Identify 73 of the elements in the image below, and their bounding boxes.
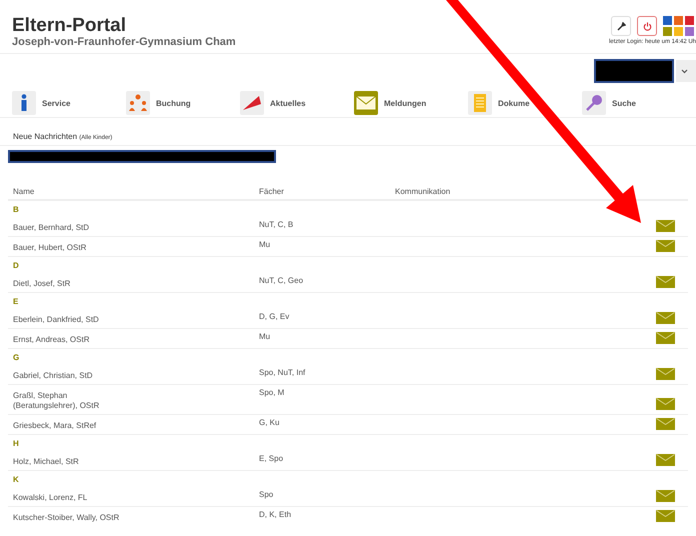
nav-item-label: Meldungen bbox=[384, 98, 426, 108]
envelope-icon[interactable] bbox=[656, 454, 675, 466]
group-letter: B bbox=[8, 200, 688, 217]
group-letter: K bbox=[8, 470, 688, 487]
teacher-name: Bauer, Bernhard, StD bbox=[13, 223, 90, 233]
teacher-name: Kutscher-Stoiber, Wally, OStR bbox=[13, 513, 120, 523]
envelope-icon[interactable] bbox=[656, 312, 675, 324]
subjects-cell: D, K, Eth bbox=[254, 506, 390, 526]
teacher-name: Holz, Michael, StR bbox=[13, 457, 79, 467]
teacher-name: Ernst, Andreas, OStR bbox=[13, 335, 90, 345]
nav-item-icon bbox=[582, 91, 606, 115]
teacher-name: Dietl, Josef, StR bbox=[13, 279, 70, 289]
color-swatch[interactable] bbox=[663, 16, 672, 25]
envelope-icon[interactable] bbox=[656, 220, 675, 232]
subjects-cell: Spo bbox=[254, 487, 390, 506]
subjects-cell: G, Ku bbox=[254, 414, 390, 434]
subjects-cell: E, Spo bbox=[254, 451, 390, 470]
envelope-icon[interactable] bbox=[656, 368, 675, 380]
subjects-cell: NuT, C, Geo bbox=[254, 273, 390, 292]
teacher-name: Griesbeck, Mara, StRef bbox=[13, 421, 96, 431]
envelope-icon[interactable] bbox=[656, 240, 675, 252]
nav-item-icon bbox=[12, 91, 36, 115]
nav-item[interactable]: Aktuelles bbox=[240, 89, 354, 117]
nav-item[interactable]: Buchung bbox=[126, 89, 240, 117]
dropdown-button[interactable] bbox=[676, 60, 696, 82]
subjects-cell: D, G, Ev bbox=[254, 309, 390, 328]
nav-item[interactable]: Meldungen bbox=[354, 89, 468, 117]
nav-item[interactable]: Service bbox=[12, 89, 126, 117]
group-letter: G bbox=[8, 348, 688, 365]
nav-item-icon bbox=[354, 91, 378, 115]
nav-item-icon bbox=[240, 91, 264, 115]
group-letter: H bbox=[8, 434, 688, 451]
envelope-icon[interactable] bbox=[656, 276, 675, 288]
nav-item-icon bbox=[126, 91, 150, 115]
nav-item-label: Suche bbox=[612, 98, 636, 108]
color-swatch[interactable] bbox=[685, 27, 694, 36]
wrench-icon bbox=[616, 22, 626, 30]
school-name: Joseph-von-Fraunhofer-Gymnasium Cham bbox=[12, 36, 236, 48]
teacher-name: Eberlein, Dankfried, StD bbox=[13, 315, 99, 325]
subjects-cell: Mu bbox=[254, 328, 390, 348]
subjects-cell: Mu bbox=[254, 236, 390, 256]
redacted-field[interactable] bbox=[594, 59, 674, 83]
color-swatch[interactable] bbox=[674, 27, 683, 36]
group-letter: D bbox=[8, 256, 688, 273]
nav-item-label: Aktuelles bbox=[270, 98, 306, 108]
color-swatch[interactable] bbox=[674, 16, 683, 25]
nav-item-icon bbox=[468, 91, 492, 115]
column-header: Name bbox=[8, 187, 254, 200]
chevron-icon bbox=[681, 68, 688, 74]
teacher-name: Bauer, Hubert, OStR bbox=[13, 243, 86, 253]
nav-item[interactable]: Suche bbox=[582, 89, 696, 117]
envelope-icon[interactable] bbox=[656, 490, 675, 502]
teacher-name: Kowalski, Lorenz, FL bbox=[13, 493, 88, 503]
logout-button[interactable] bbox=[637, 16, 657, 36]
settings-button[interactable] bbox=[611, 16, 631, 36]
power-icon bbox=[642, 22, 652, 30]
color-swatch[interactable] bbox=[663, 27, 672, 36]
portal-title: Eltern-Portal bbox=[12, 16, 128, 36]
color-swatch[interactable] bbox=[685, 16, 694, 25]
group-letter: E bbox=[8, 292, 688, 309]
envelope-icon[interactable] bbox=[656, 398, 675, 410]
envelope-icon[interactable] bbox=[656, 332, 675, 344]
nav-item-label: Dokume bbox=[498, 98, 530, 108]
envelope-icon[interactable] bbox=[656, 510, 675, 522]
column-header: Fächer bbox=[254, 187, 390, 200]
nav-item-label: Service bbox=[42, 98, 70, 108]
teacher-name: Graßl, Stephan (Beratungslehrer), OStR bbox=[13, 391, 100, 411]
subjects-cell: Spo, M bbox=[254, 384, 390, 414]
teacher-name: Gabriel, Christian, StD bbox=[13, 371, 93, 381]
subjects-cell: NuT, C, B bbox=[254, 217, 390, 236]
subjects-cell: Spo, NuT, Inf bbox=[254, 365, 390, 384]
nav-item-label: Buchung bbox=[156, 98, 191, 108]
envelope-icon[interactable] bbox=[656, 418, 675, 430]
